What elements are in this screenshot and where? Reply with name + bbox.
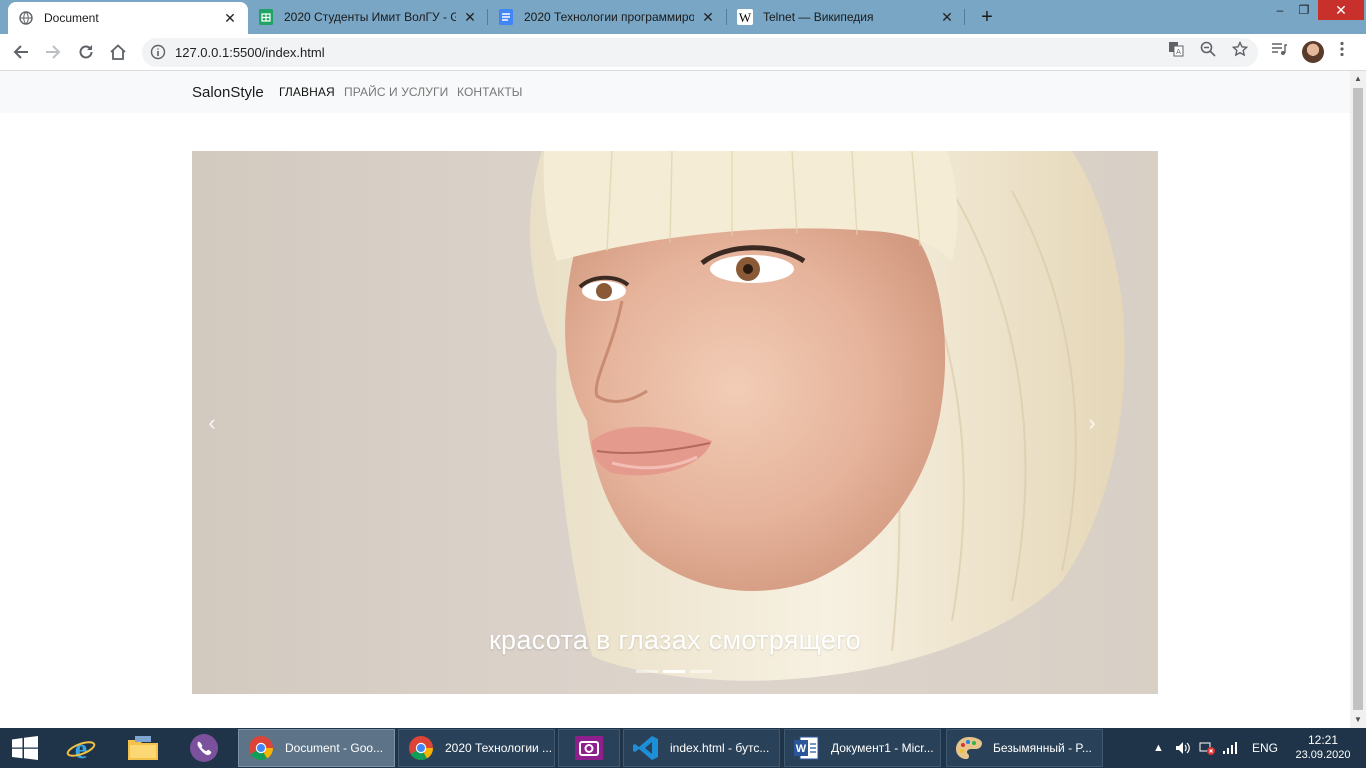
profile-avatar[interactable]: [1302, 41, 1324, 63]
camera-icon: [575, 734, 603, 762]
taskbar-app-label: index.html - бутс...: [670, 741, 770, 755]
taskbar-app-camera[interactable]: [558, 729, 620, 767]
browser-toolbar: 127.0.0.1:5500/index.html A: [0, 34, 1366, 71]
file-explorer-icon[interactable]: [127, 728, 159, 768]
network-error-icon[interactable]: [1199, 728, 1215, 768]
svg-text:A: A: [1176, 48, 1181, 56]
reload-button[interactable]: [74, 40, 98, 64]
page-viewport: SalonStyle ГЛАВНАЯ ПРАЙС И УСЛУГИ КОНТАК…: [0, 71, 1350, 728]
tab-title: 2020 Технологии программиро: [524, 10, 694, 24]
home-button[interactable]: [106, 40, 130, 64]
taskbar-app-label: 2020 Технологии ...: [445, 741, 553, 755]
docs-icon: [498, 9, 514, 25]
forward-button[interactable]: [41, 40, 65, 64]
carousel-next-button[interactable]: ›: [1082, 412, 1102, 434]
taskbar-app-label: Document - Goo...: [285, 741, 384, 755]
arrow-right-icon: [46, 45, 61, 59]
bookmark-star-icon[interactable]: [1231, 40, 1249, 58]
translate-icon[interactable]: A: [1167, 40, 1185, 58]
hero-portrait-image: [530, 151, 1125, 681]
menu-kebab-icon[interactable]: [1333, 40, 1351, 58]
signal-icon[interactable]: [1222, 728, 1238, 768]
wikipedia-icon: W: [737, 9, 753, 25]
taskbar-app-chrome-document[interactable]: Document - Goo...: [238, 729, 395, 767]
arrow-left-icon: [13, 45, 28, 59]
chrome-icon: [247, 734, 275, 762]
nav-link-prices[interactable]: ПРАЙС И УСЛУГИ: [344, 85, 448, 99]
carousel-indicator[interactable]: [690, 670, 712, 673]
volume-icon[interactable]: [1175, 728, 1191, 768]
taskbar-app-word[interactable]: W Документ1 - Micr...: [784, 729, 941, 767]
reload-icon: [79, 45, 93, 59]
hero-carousel: ‹ › красота в глазах смотрящего: [192, 151, 1158, 694]
tab-wikipedia[interactable]: W Telnet — Википедия ✕: [727, 0, 965, 34]
taskbar-app-label: Безымянный - P...: [993, 741, 1092, 755]
restore-button[interactable]: ❐: [1289, 0, 1319, 20]
clock-date: 23.09.2020: [1295, 749, 1351, 761]
home-icon: [110, 44, 126, 60]
system-clock[interactable]: 12:21 23.09.2020: [1290, 733, 1356, 763]
svg-text:e: e: [75, 734, 87, 763]
paint-icon: [955, 734, 983, 762]
scroll-down-arrow[interactable]: ▼: [1350, 712, 1366, 728]
tab-sheets[interactable]: 2020 Студенты Имит ВолГУ - Go ✕: [248, 0, 488, 34]
windows-logo-icon: [12, 736, 38, 760]
close-tab-icon[interactable]: ✕: [222, 10, 238, 26]
windows-taskbar: e Document - Goo... 2020 Технологии ... …: [0, 728, 1366, 768]
close-tab-icon[interactable]: ✕: [462, 9, 478, 25]
carousel-caption: красота в глазах смотрящего: [488, 625, 862, 655]
close-tab-icon[interactable]: ✕: [939, 9, 955, 25]
carousel-indicator[interactable]: [636, 670, 658, 673]
close-tab-icon[interactable]: ✕: [700, 9, 716, 25]
site-brand[interactable]: SalonStyle: [192, 84, 264, 101]
taskbar-app-vscode[interactable]: index.html - бутс...: [623, 729, 780, 767]
tab-title: 2020 Студенты Имит ВолГУ - Go: [284, 10, 456, 24]
site-navbar: SalonStyle ГЛАВНАЯ ПРАЙС И УСЛУГИ КОНТАК…: [0, 71, 1350, 113]
word-icon: W: [793, 734, 821, 762]
carousel-indicator-active[interactable]: [663, 670, 685, 673]
tray-overflow-icon[interactable]: ▲: [1153, 728, 1164, 768]
scrollbar-thumb[interactable]: [1353, 88, 1363, 710]
sheets-icon: [258, 9, 274, 25]
globe-icon: [18, 10, 34, 26]
tab-title: Document: [44, 11, 99, 25]
info-icon[interactable]: [150, 44, 166, 60]
taskbar-app-label: Документ1 - Micr...: [831, 741, 934, 755]
internet-explorer-icon[interactable]: e: [66, 728, 96, 768]
browser-tabstrip: Document ✕ 2020 Студенты Имит ВолГУ - Go…: [0, 0, 1366, 34]
chrome-icon: [407, 734, 435, 762]
new-tab-button[interactable]: +: [976, 6, 998, 28]
tab-separator: [964, 9, 965, 25]
tab-docs[interactable]: 2020 Технологии программиро ✕: [488, 0, 726, 34]
page-scrollbar[interactable]: ▲ ▼: [1350, 71, 1366, 728]
nav-link-home[interactable]: ГЛАВНАЯ: [279, 85, 335, 99]
taskbar-app-chrome-tech[interactable]: 2020 Технологии ...: [398, 729, 555, 767]
vscode-icon: [632, 734, 660, 762]
zoom-icon[interactable]: [1199, 40, 1217, 58]
url-text[interactable]: 127.0.0.1:5500/index.html: [175, 45, 325, 60]
language-indicator[interactable]: ENG: [1252, 728, 1278, 768]
start-button[interactable]: [12, 728, 38, 768]
taskbar-app-paint[interactable]: Безымянный - P...: [946, 729, 1103, 767]
clock-time: 12:21: [1307, 733, 1339, 747]
viber-icon[interactable]: [189, 728, 219, 768]
close-window-button[interactable]: ✕: [1318, 0, 1364, 20]
scroll-up-arrow[interactable]: ▲: [1350, 71, 1366, 87]
svg-text:W: W: [796, 743, 807, 755]
address-bar[interactable]: 127.0.0.1:5500/index.html: [142, 38, 1258, 67]
media-queue-icon[interactable]: [1270, 40, 1288, 58]
tab-title: Telnet — Википедия: [763, 10, 874, 24]
nav-link-contacts[interactable]: КОНТАКТЫ: [457, 85, 523, 99]
back-button[interactable]: [9, 40, 33, 64]
tab-document[interactable]: Document ✕: [8, 2, 248, 34]
svg-text:W: W: [739, 10, 752, 25]
carousel-prev-button[interactable]: ‹: [202, 412, 222, 434]
carousel-indicators: [636, 670, 712, 673]
